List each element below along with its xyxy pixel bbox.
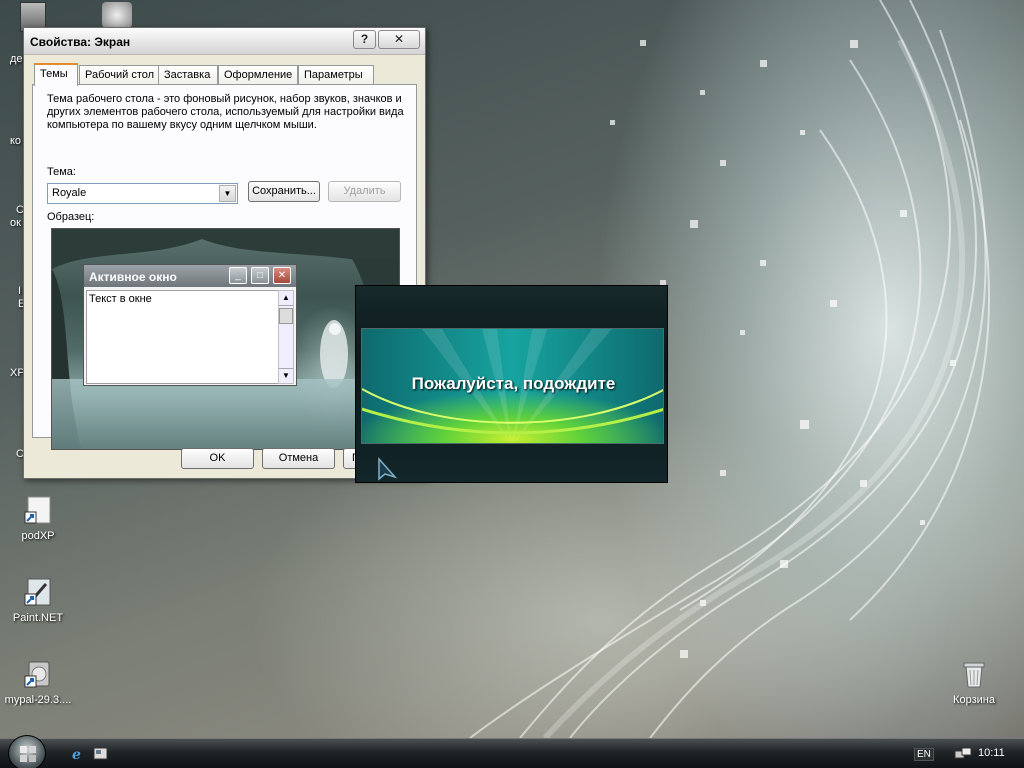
dialog-title: Свойства: Экран [30, 35, 131, 49]
tab-settings[interactable]: Параметры [298, 65, 374, 85]
preview-scrollbar: ▲ ▼ [278, 290, 294, 384]
paint-net-icon [22, 576, 54, 608]
preview-window-text: Текст в окне [86, 290, 279, 384]
partial-icon-label: де [10, 53, 23, 65]
internet-explorer-icon[interactable]: e [70, 746, 86, 763]
desktop-icon-mypal[interactable]: mypal-29.3.... [0, 658, 76, 706]
preview-window-titlebar: Активное окно _ □ ✕ [84, 265, 296, 287]
tab-screensaver[interactable]: Заставка [158, 65, 218, 85]
help-button[interactable]: ? [353, 30, 376, 49]
desktop-icon-podxp[interactable]: podXP [0, 494, 76, 542]
mouse-cursor-icon [378, 457, 398, 481]
delete-theme-button[interactable]: Удалить [328, 181, 401, 202]
sample-label: Образец: [47, 211, 95, 223]
taskbar: e EN 10:11 [0, 735, 1024, 768]
windows-logo-icon [20, 746, 36, 762]
scroll-thumb [279, 308, 293, 324]
dialog-titlebar[interactable]: Свойства: Экран ? ✕ [24, 28, 425, 55]
theme-description: Тема рабочего стола - это фоновый рисуно… [47, 93, 404, 131]
cancel-button[interactable]: Отмена [262, 448, 335, 469]
recycle-bin-icon [958, 658, 990, 690]
shortcut-file-icon [22, 494, 54, 526]
tab-desktop[interactable]: Рабочий стол [79, 65, 159, 85]
close-icon: ✕ [393, 32, 405, 46]
scroll-down-icon: ▼ [279, 368, 293, 383]
partial-icon-label: ко [10, 135, 22, 147]
theme-select[interactable]: Royale ▼ [47, 183, 238, 204]
start-button[interactable] [8, 735, 46, 768]
please-wait-message: Пожалуйста, подождите [411, 374, 616, 393]
theme-select-value: Royale [52, 187, 87, 199]
theme-label: Тема: [47, 166, 76, 178]
scroll-up-icon: ▲ [279, 291, 293, 306]
save-theme-button[interactable]: Сохранить... [248, 181, 320, 202]
ok-button[interactable]: OK [181, 448, 254, 469]
language-indicator[interactable]: EN [914, 748, 934, 761]
partial-icon-label: ок [10, 217, 21, 229]
installer-icon [22, 658, 54, 690]
desktop-icon-label: mypal-29.3.... [4, 694, 72, 706]
desktop-icon-top-left-2[interactable] [102, 2, 132, 28]
theme-preview: Активное окно _ □ ✕ Текст в окне ▲ ▼ [51, 228, 400, 450]
desktop-icon-paintnet[interactable]: Paint.NET [0, 576, 76, 624]
svg-text:e: e [72, 747, 81, 762]
partial-icon-label: I [18, 285, 22, 297]
show-desktop-icon[interactable] [93, 746, 109, 762]
desktop-icon-label: podXP [21, 530, 55, 542]
preview-water [52, 379, 399, 449]
chevron-down-icon[interactable]: ▼ [219, 185, 236, 202]
close-icon: ✕ [273, 267, 291, 284]
desktop-icon-label: Paint.NET [12, 612, 64, 624]
minimize-icon: _ [229, 267, 247, 284]
desktop-icon-label: Корзина [953, 694, 995, 706]
maximize-icon: □ [251, 267, 269, 284]
close-button[interactable]: ✕ [378, 30, 420, 49]
splash-banner: Пожалуйста, подождите [361, 328, 664, 444]
preview-window-title: Активное окно [89, 270, 177, 284]
preview-active-window: Активное окно _ □ ✕ Текст в окне ▲ ▼ [83, 264, 297, 386]
tab-appearance[interactable]: Оформление [218, 65, 298, 85]
network-icon[interactable] [954, 746, 972, 762]
please-wait-splash: Пожалуйста, подождите [355, 285, 668, 483]
desktop-icon-recycle-bin[interactable]: Корзина [936, 658, 1012, 706]
tab-themes[interactable]: Темы [34, 63, 78, 86]
clock[interactable]: 10:11 [978, 747, 1005, 759]
